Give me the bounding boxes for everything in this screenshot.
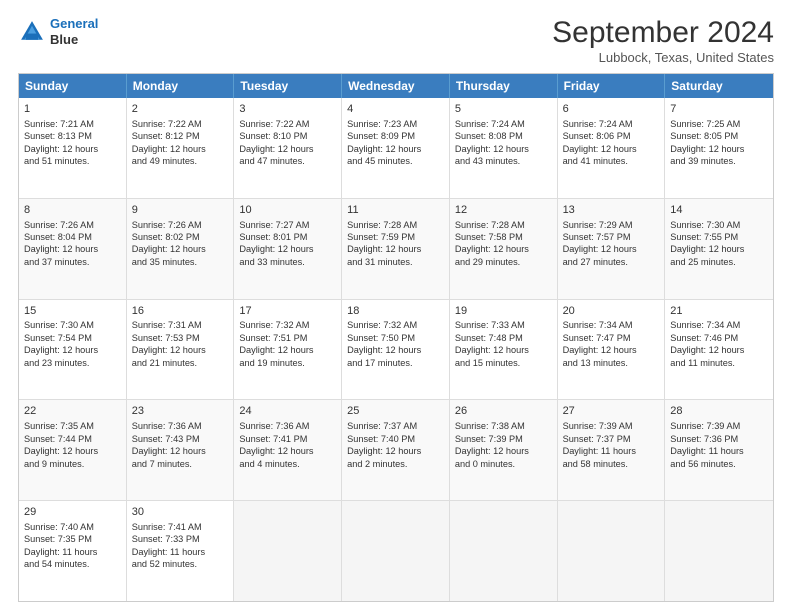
day-empty-4 xyxy=(558,501,666,601)
calendar-header: Sunday Monday Tuesday Wednesday Thursday… xyxy=(19,74,773,98)
day-empty-2 xyxy=(342,501,450,601)
day-24: 24 Sunrise: 7:36 AMSunset: 7:41 PMDaylig… xyxy=(234,400,342,500)
header-wednesday: Wednesday xyxy=(342,74,450,98)
header-saturday: Saturday xyxy=(665,74,773,98)
day-25: 25 Sunrise: 7:37 AMSunset: 7:40 PMDaylig… xyxy=(342,400,450,500)
week-row-5: 29 Sunrise: 7:40 AMSunset: 7:35 PMDaylig… xyxy=(19,500,773,601)
day-14: 14 Sunrise: 7:30 AMSunset: 7:55 PMDaylig… xyxy=(665,199,773,299)
day-13: 13 Sunrise: 7:29 AMSunset: 7:57 PMDaylig… xyxy=(558,199,666,299)
day-18: 18 Sunrise: 7:32 AMSunset: 7:50 PMDaylig… xyxy=(342,300,450,400)
day-empty-3 xyxy=(450,501,558,601)
day-27: 27 Sunrise: 7:39 AMSunset: 7:37 PMDaylig… xyxy=(558,400,666,500)
day-16: 16 Sunrise: 7:31 AMSunset: 7:53 PMDaylig… xyxy=(127,300,235,400)
day-21: 21 Sunrise: 7:34 AMSunset: 7:46 PMDaylig… xyxy=(665,300,773,400)
calendar: Sunday Monday Tuesday Wednesday Thursday… xyxy=(18,73,774,602)
day-17: 17 Sunrise: 7:32 AMSunset: 7:51 PMDaylig… xyxy=(234,300,342,400)
day-22: 22 Sunrise: 7:35 AMSunset: 7:44 PMDaylig… xyxy=(19,400,127,500)
day-19: 19 Sunrise: 7:33 AMSunset: 7:48 PMDaylig… xyxy=(450,300,558,400)
day-7: 7 Sunrise: 7:25 AMSunset: 8:05 PMDayligh… xyxy=(665,98,773,198)
header-monday: Monday xyxy=(127,74,235,98)
header: General Blue September 2024 Lubbock, Tex… xyxy=(18,16,774,65)
header-sunday: Sunday xyxy=(19,74,127,98)
day-3: 3 Sunrise: 7:22 AMSunset: 8:10 PMDayligh… xyxy=(234,98,342,198)
week-row-1: 1 Sunrise: 7:21 AMSunset: 8:13 PMDayligh… xyxy=(19,98,773,198)
day-4: 4 Sunrise: 7:23 AMSunset: 8:09 PMDayligh… xyxy=(342,98,450,198)
calendar-body: 1 Sunrise: 7:21 AMSunset: 8:13 PMDayligh… xyxy=(19,98,773,601)
day-8: 8 Sunrise: 7:26 AMSunset: 8:04 PMDayligh… xyxy=(19,199,127,299)
month-title: September 2024 xyxy=(552,16,774,50)
day-10: 10 Sunrise: 7:27 AMSunset: 8:01 PMDaylig… xyxy=(234,199,342,299)
header-tuesday: Tuesday xyxy=(234,74,342,98)
week-row-3: 15 Sunrise: 7:30 AMSunset: 7:54 PMDaylig… xyxy=(19,299,773,400)
logo-text: General Blue xyxy=(50,16,98,47)
day-26: 26 Sunrise: 7:38 AMSunset: 7:39 PMDaylig… xyxy=(450,400,558,500)
day-5: 5 Sunrise: 7:24 AMSunset: 8:08 PMDayligh… xyxy=(450,98,558,198)
week-row-2: 8 Sunrise: 7:26 AMSunset: 8:04 PMDayligh… xyxy=(19,198,773,299)
title-block: September 2024 Lubbock, Texas, United St… xyxy=(552,16,774,65)
day-29: 29 Sunrise: 7:40 AMSunset: 7:35 PMDaylig… xyxy=(19,501,127,601)
week-row-4: 22 Sunrise: 7:35 AMSunset: 7:44 PMDaylig… xyxy=(19,399,773,500)
day-28: 28 Sunrise: 7:39 AMSunset: 7:36 PMDaylig… xyxy=(665,400,773,500)
logo-icon xyxy=(18,18,46,46)
day-15: 15 Sunrise: 7:30 AMSunset: 7:54 PMDaylig… xyxy=(19,300,127,400)
day-1: 1 Sunrise: 7:21 AMSunset: 8:13 PMDayligh… xyxy=(19,98,127,198)
header-friday: Friday xyxy=(558,74,666,98)
location: Lubbock, Texas, United States xyxy=(552,50,774,65)
page: General Blue September 2024 Lubbock, Tex… xyxy=(0,0,792,612)
day-2: 2 Sunrise: 7:22 AMSunset: 8:12 PMDayligh… xyxy=(127,98,235,198)
day-9: 9 Sunrise: 7:26 AMSunset: 8:02 PMDayligh… xyxy=(127,199,235,299)
day-empty-5 xyxy=(665,501,773,601)
day-11: 11 Sunrise: 7:28 AMSunset: 7:59 PMDaylig… xyxy=(342,199,450,299)
day-23: 23 Sunrise: 7:36 AMSunset: 7:43 PMDaylig… xyxy=(127,400,235,500)
logo: General Blue xyxy=(18,16,98,47)
day-20: 20 Sunrise: 7:34 AMSunset: 7:47 PMDaylig… xyxy=(558,300,666,400)
day-12: 12 Sunrise: 7:28 AMSunset: 7:58 PMDaylig… xyxy=(450,199,558,299)
day-6: 6 Sunrise: 7:24 AMSunset: 8:06 PMDayligh… xyxy=(558,98,666,198)
day-30: 30 Sunrise: 7:41 AMSunset: 7:33 PMDaylig… xyxy=(127,501,235,601)
header-thursday: Thursday xyxy=(450,74,558,98)
day-empty-1 xyxy=(234,501,342,601)
